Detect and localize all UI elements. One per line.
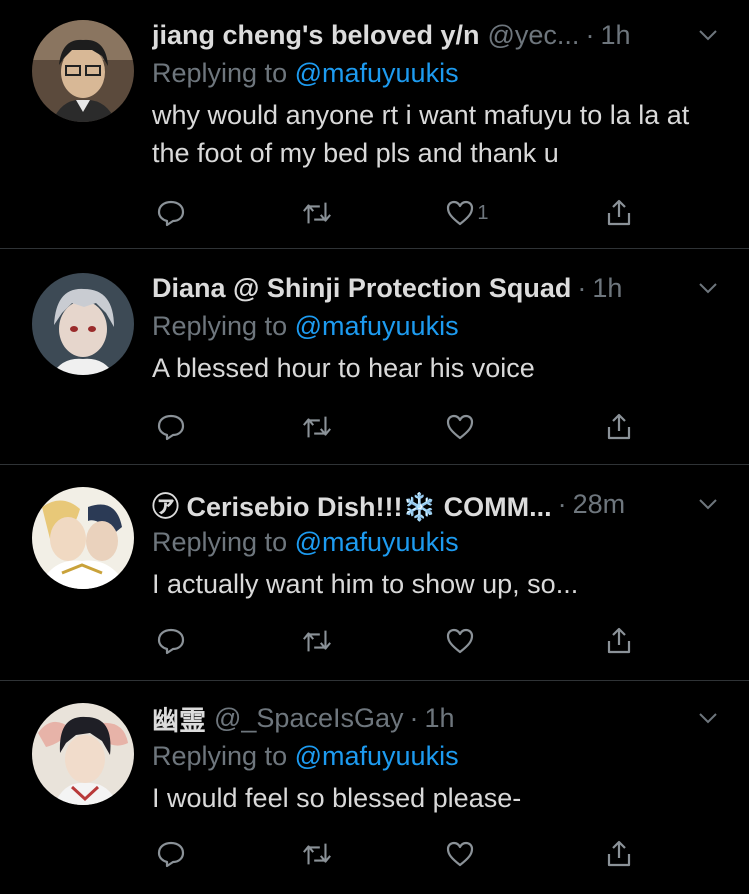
- action-bar: [156, 623, 636, 659]
- like-button[interactable]: 1: [445, 197, 491, 229]
- display-name[interactable]: jiang cheng's beloved y/n: [152, 20, 480, 51]
- heart-icon: [447, 200, 474, 226]
- retweet-icon: [302, 416, 331, 438]
- reply-icon: [157, 841, 185, 868]
- tweet[interactable]: jiang cheng's beloved y/n @yec... · 1h R…: [0, 0, 749, 249]
- user-handle[interactable]: @_SpaceIsGay: [214, 703, 404, 734]
- retweet-icon: [302, 843, 331, 865]
- tweet-text: I would feel so blessed please-: [152, 783, 522, 813]
- share-icon: [607, 627, 631, 654]
- timestamp[interactable]: 1h: [425, 703, 455, 734]
- separator-dot: ·: [585, 19, 595, 50]
- reply-button[interactable]: [156, 838, 188, 870]
- avatar[interactable]: [32, 487, 134, 589]
- chevron-down-icon[interactable]: [697, 24, 719, 46]
- separator-dot: ·: [577, 272, 587, 303]
- retweet-button[interactable]: [301, 197, 333, 229]
- reply-icon: [157, 200, 185, 227]
- reply-button[interactable]: [156, 197, 188, 229]
- mention-link[interactable]: @mafuyuukis: [295, 741, 459, 771]
- chevron-down-icon[interactable]: [697, 277, 719, 299]
- tweet[interactable]: ㋐ Cerisebio Dish!!!❄️ COMM... · 28m Repl…: [0, 465, 749, 681]
- tweet[interactable]: Diana @ Shinji Protection Squad · 1h Rep…: [0, 249, 749, 465]
- reply-button[interactable]: [156, 411, 188, 443]
- like-button[interactable]: [445, 411, 491, 443]
- mention-link[interactable]: @mafuyuukis: [295, 311, 459, 341]
- share-icon: [607, 199, 631, 226]
- display-name[interactable]: Diana @ Shinji Protection Squad: [152, 273, 571, 304]
- like-button[interactable]: [445, 838, 491, 870]
- replying-to: Replying to @mafuyuukis: [152, 739, 719, 773]
- display-name[interactable]: ㋐ Cerisebio Dish!!!❄️ COMM...: [152, 485, 552, 524]
- action-bar: [156, 409, 636, 445]
- share-icon: [607, 840, 631, 867]
- action-bar: 1: [156, 195, 636, 231]
- share-button[interactable]: [604, 197, 636, 229]
- tweet-text: A blessed hour to hear his voice: [152, 353, 535, 383]
- reply-icon: [157, 414, 185, 441]
- like-button[interactable]: [445, 625, 491, 657]
- reply-icon: [157, 628, 185, 655]
- retweet-icon: [302, 202, 331, 224]
- retweet-button[interactable]: [301, 411, 333, 443]
- share-button[interactable]: [604, 838, 636, 870]
- timestamp[interactable]: 28m: [573, 489, 626, 520]
- mention-link[interactable]: @mafuyuukis: [295, 58, 459, 88]
- heart-icon: [447, 628, 474, 654]
- action-bar: [156, 836, 636, 872]
- separator-dot: ·: [409, 702, 419, 733]
- share-icon: [607, 413, 631, 440]
- avatar[interactable]: [32, 703, 134, 805]
- replying-to-label: Replying to: [152, 58, 288, 88]
- timestamp[interactable]: 1h: [592, 273, 622, 304]
- retweet-icon: [302, 630, 331, 652]
- like-count: 1: [477, 201, 489, 224]
- retweet-button[interactable]: [301, 838, 333, 870]
- chevron-down-icon[interactable]: [697, 493, 719, 515]
- avatar[interactable]: [32, 273, 134, 375]
- replying-to-label: Replying to: [152, 527, 288, 557]
- heart-icon: [447, 414, 474, 440]
- chevron-down-icon[interactable]: [697, 707, 719, 729]
- share-button[interactable]: [604, 625, 636, 657]
- heart-icon: [447, 841, 474, 867]
- replying-to-label: Replying to: [152, 741, 288, 771]
- user-handle[interactable]: @yec...: [488, 20, 580, 51]
- share-button[interactable]: [604, 411, 636, 443]
- replying-to: Replying to @mafuyuukis: [152, 525, 719, 559]
- reply-button[interactable]: [156, 625, 188, 657]
- timestamp[interactable]: 1h: [600, 20, 630, 51]
- retweet-button[interactable]: [301, 625, 333, 657]
- separator-dot: ·: [557, 488, 567, 519]
- tweet-text: I actually want him to show up, so...: [152, 569, 579, 599]
- tweet[interactable]: 幽霊 @_SpaceIsGay · 1h Replying to @mafuyu…: [0, 681, 749, 894]
- replying-to: Replying to @mafuyuukis: [152, 309, 719, 343]
- avatar[interactable]: [32, 20, 134, 122]
- mention-link[interactable]: @mafuyuukis: [295, 527, 459, 557]
- display-name[interactable]: 幽霊: [152, 699, 206, 738]
- replying-to: Replying to @mafuyuukis: [152, 56, 719, 90]
- replying-to-label: Replying to: [152, 311, 288, 341]
- tweet-text: why would anyone rt i want mafuyu to la …: [152, 100, 690, 168]
